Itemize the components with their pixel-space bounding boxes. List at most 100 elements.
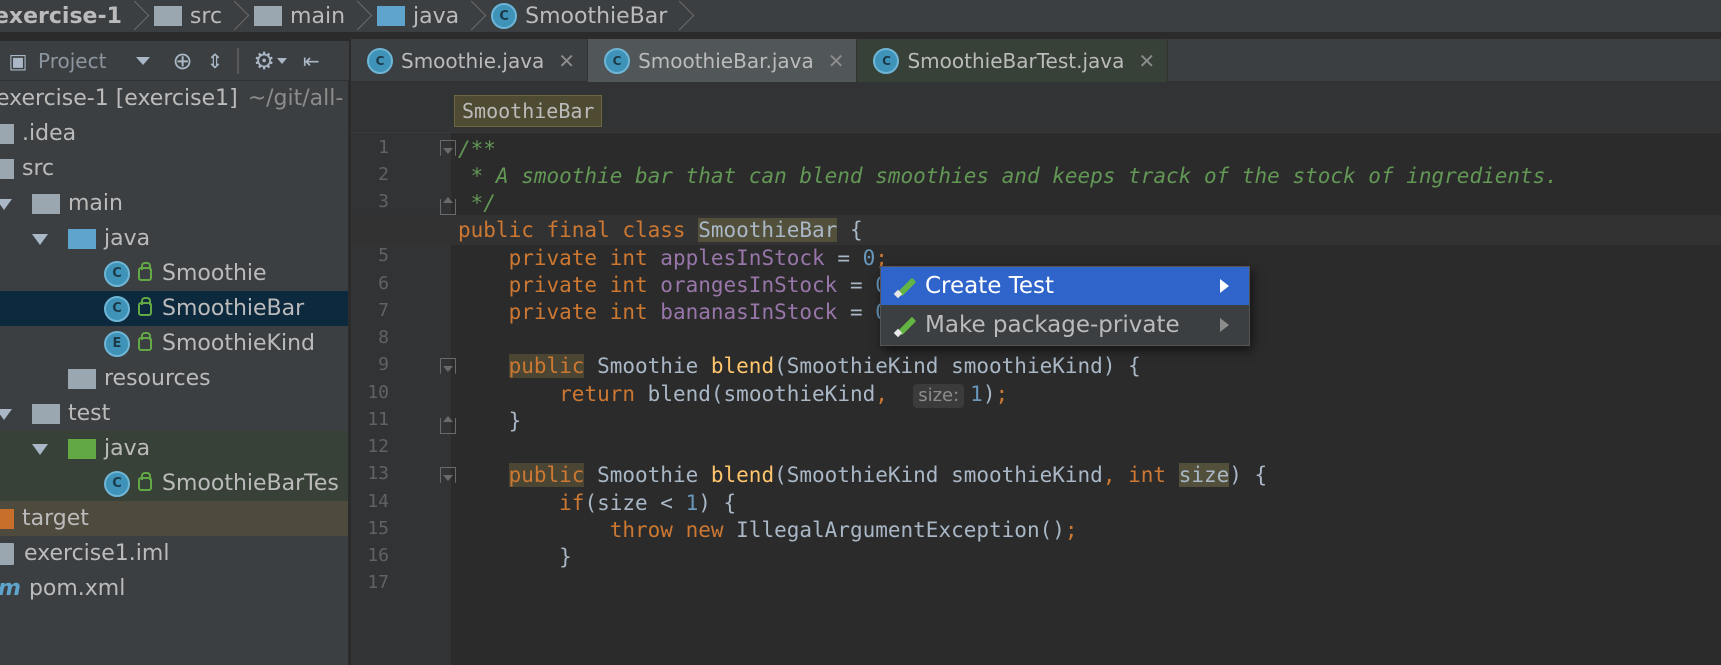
line-number: 8: [378, 327, 389, 348]
create-test-menu-item[interactable]: Create Test: [881, 267, 1249, 305]
intention-bulb-icon: [895, 275, 917, 297]
code-line: return blend(smoothieKind, size: 1);: [559, 382, 1009, 408]
project-view-label[interactable]: Project: [38, 49, 106, 73]
tree-item-label: exercise1.iml: [24, 541, 170, 566]
class-icon: C: [367, 47, 393, 74]
tree-item-smoothie[interactable]: C Smoothie: [0, 256, 348, 291]
close-icon[interactable]: ✕: [558, 49, 575, 73]
folder-icon: [32, 193, 60, 214]
tree-item-smoothiebar[interactable]: C SmoothieBar: [0, 291, 348, 326]
tree-item-label: .idea: [22, 121, 77, 146]
lock-icon: [138, 331, 152, 351]
tree-item-idea[interactable]: .idea: [0, 116, 348, 151]
tree-item-test-java[interactable]: java: [0, 431, 348, 466]
code-editor[interactable]: SmoothieBar 1 2 3 4 5 6 7 8 9 10 11 12 1…: [351, 82, 1721, 665]
breadcrumb-item-java[interactable]: java: [377, 0, 463, 32]
tree-item-target[interactable]: target: [0, 501, 348, 536]
breadcrumb-separator: [467, 0, 481, 32]
class-icon: C: [491, 3, 518, 29]
tab-smoothie-java[interactable]: C Smoothie.java ✕: [351, 39, 589, 82]
resources-folder-icon: [68, 368, 96, 389]
test-class-icon: C: [873, 47, 900, 74]
close-icon[interactable]: ✕: [1138, 49, 1155, 73]
class-icon: C: [604, 47, 631, 74]
editor-tab-bar: C Smoothie.java ✕ C SmoothieBar.java ✕ C…: [351, 39, 1721, 82]
breadcrumb-item-main[interactable]: main: [254, 0, 349, 32]
expand-arrow-icon[interactable]: [0, 409, 12, 420]
tree-item-label: test: [68, 401, 111, 426]
tree-item-src[interactable]: src: [0, 151, 348, 186]
folder-icon: [0, 158, 14, 179]
breadcrumb-item-module[interactable]: exercise-1: [0, 0, 126, 32]
class-icon: C: [104, 260, 130, 287]
scroll-from-source-icon[interactable]: ⊕: [172, 47, 192, 75]
code-line-current: public final class SmoothieBar {: [351, 215, 1721, 245]
close-icon[interactable]: ✕: [828, 49, 845, 73]
tree-item-label: SmoothieBarTes: [162, 471, 339, 496]
gear-icon[interactable]: ⚙: [253, 47, 275, 75]
tree-item-pom[interactable]: m pom.xml: [0, 571, 348, 606]
tab-label: SmoothieBar.java: [638, 48, 814, 73]
test-class-icon: C: [104, 470, 130, 497]
code-line: * A smoothie bar that can blend smoothie…: [458, 164, 1558, 188]
tree-item-test[interactable]: test: [0, 396, 348, 431]
tree-item-label: main: [68, 191, 123, 216]
make-package-private-menu-item[interactable]: Make package-private: [881, 306, 1249, 344]
tree-item-smoothiekind[interactable]: E SmoothieKind: [0, 326, 348, 361]
expand-arrow-icon[interactable]: [32, 234, 48, 245]
breadcrumb-separator: [230, 0, 244, 32]
breadcrumb-separator: [675, 0, 689, 32]
code-line: if(size < 1) {: [559, 491, 737, 515]
tree-item-label: SmoothieKind: [162, 331, 315, 356]
tree-item-label: java: [104, 226, 151, 251]
line-number: 12: [367, 436, 389, 457]
view-dropdown-chevron-icon[interactable]: [136, 56, 151, 65]
folder-icon: [0, 123, 14, 144]
parameter-hint: size:: [913, 384, 965, 408]
module-file-icon: [0, 542, 14, 565]
tree-item-main[interactable]: main: [0, 186, 348, 221]
expand-arrow-icon[interactable]: [0, 199, 12, 210]
lock-icon: [138, 261, 152, 281]
breadcrumb-item-src[interactable]: src: [153, 0, 226, 32]
code-line: }: [458, 409, 522, 433]
gear-dropdown-chevron-icon[interactable]: [276, 57, 287, 64]
navigation-breadcrumb: exercise-1 src main java C SmoothieBar: [0, 0, 1721, 33]
intention-bulb-icon: [895, 314, 917, 336]
maven-icon: m: [0, 576, 21, 601]
tree-item-label: SmoothieBar: [162, 296, 305, 321]
tab-smoothiebartest-java[interactable]: C SmoothieBarTest.java ✕: [857, 39, 1169, 82]
breadcrumb-item-class[interactable]: C SmoothieBar: [491, 0, 671, 32]
tab-smoothiebar-java[interactable]: C SmoothieBar.java ✕: [588, 39, 858, 82]
toolbar-divider: [237, 47, 240, 74]
tree-item-label: Smoothie: [162, 261, 267, 286]
test-source-folder-icon: [68, 438, 96, 459]
tree-item-label: target: [22, 506, 89, 531]
collapse-all-icon[interactable]: ⇕: [207, 49, 224, 73]
tree-item-path: ~/git/all-: [247, 86, 344, 111]
tab-label: SmoothieBarTest.java: [907, 48, 1125, 73]
breadcrumb-separator: [130, 0, 144, 32]
tree-item-module-root[interactable]: exercise-1 [exercise1] ~/git/all-: [0, 81, 348, 116]
code-line: throw new IllegalArgumentException();: [609, 518, 1078, 542]
tree-item-resources[interactable]: resources: [0, 361, 348, 396]
tree-item-java[interactable]: java: [0, 221, 348, 256]
tree-item-smoothiebartest[interactable]: C SmoothieBarTes: [0, 466, 348, 501]
tree-item-iml[interactable]: exercise1.iml: [0, 536, 348, 571]
expand-arrow-icon[interactable]: [32, 444, 48, 455]
breadcrumb-label: java: [413, 3, 460, 29]
folder-icon: [153, 6, 182, 26]
menu-item-label: Create Test: [925, 273, 1055, 299]
lock-icon: [138, 471, 152, 491]
code-line: public Smoothie blend(SmoothieKind smoot…: [508, 354, 1141, 378]
code-line: */: [458, 191, 496, 215]
tree-item-label: pom.xml: [28, 576, 126, 601]
class-icon: C: [104, 295, 130, 322]
editor-breadcrumb-bar: SmoothieBar: [351, 82, 1721, 133]
lock-icon: [138, 296, 152, 316]
project-view-icon: ▣: [8, 48, 28, 73]
hide-panel-icon[interactable]: ⇤: [303, 49, 320, 73]
code-line: public Smoothie blend(SmoothieKind smoot…: [508, 463, 1268, 487]
editor-breadcrumb-chip[interactable]: SmoothieBar: [454, 95, 603, 127]
breadcrumb-label: SmoothieBar: [525, 3, 668, 29]
